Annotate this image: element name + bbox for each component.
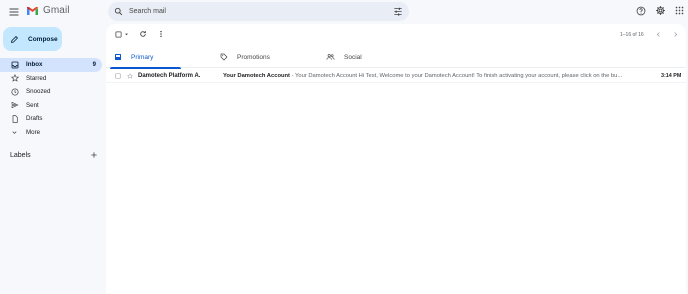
labels-section-header: Labels bbox=[10, 151, 98, 159]
inbox-icon bbox=[10, 61, 19, 69]
email-time: 3:14 PM bbox=[661, 73, 682, 79]
search-icon[interactable] bbox=[114, 7, 123, 16]
sidebar-item-more[interactable]: More bbox=[0, 126, 102, 140]
active-tab-indicator bbox=[110, 67, 181, 69]
top-right-actions bbox=[636, 5, 684, 16]
sidebar-item-inbox[interactable]: Inbox 9 bbox=[0, 58, 102, 72]
clock-icon bbox=[10, 88, 19, 96]
email-sender: Damotech Platform A. bbox=[138, 73, 201, 79]
tab-primary[interactable]: Primary bbox=[106, 46, 181, 69]
sidebar-item-label: Starred bbox=[26, 74, 47, 82]
tag-icon bbox=[220, 53, 228, 61]
draft-icon bbox=[10, 115, 19, 123]
top-bar: Gmail Search mail bbox=[0, 0, 688, 24]
apps-grid-icon[interactable] bbox=[675, 6, 684, 15]
category-tabs: Primary Promotions Social bbox=[106, 46, 686, 69]
sidebar-item-label: Sent bbox=[26, 101, 39, 109]
menu-icon[interactable] bbox=[8, 6, 20, 18]
plus-icon[interactable] bbox=[90, 151, 98, 159]
pagination-info: 1–16 of 16 bbox=[620, 32, 644, 38]
labels-title: Labels bbox=[10, 151, 31, 159]
sidebar-item-label: Inbox bbox=[26, 61, 43, 69]
tab-label: Promotions bbox=[237, 53, 270, 61]
compose-button[interactable]: Compose bbox=[3, 27, 62, 51]
mail-list-panel: 1–16 of 16 Primary Promotions Social Dam… bbox=[106, 24, 686, 294]
settings-icon[interactable] bbox=[655, 5, 666, 16]
people-icon bbox=[326, 53, 335, 61]
row-checkbox[interactable] bbox=[115, 73, 121, 79]
gmail-envelope-icon bbox=[26, 6, 39, 16]
sidebar-nav: Inbox 9 Starred Snoozed Sent Drafts More bbox=[0, 58, 102, 139]
unread-count: 9 bbox=[92, 61, 96, 68]
tab-label: Social bbox=[344, 53, 362, 61]
send-icon bbox=[10, 101, 19, 109]
checkbox-icon bbox=[115, 31, 122, 38]
pencil-icon bbox=[10, 35, 19, 44]
help-icon[interactable] bbox=[636, 6, 646, 16]
sidebar-item-snoozed[interactable]: Snoozed bbox=[0, 85, 102, 99]
chevron-down-icon bbox=[10, 129, 19, 136]
search-input[interactable]: Search mail bbox=[129, 8, 393, 15]
tab-social[interactable]: Social bbox=[318, 46, 362, 68]
sidebar-item-label: More bbox=[26, 128, 41, 136]
caret-down-icon[interactable] bbox=[124, 32, 129, 37]
sidebar-item-sent[interactable]: Sent bbox=[0, 99, 102, 113]
email-subject-snippet: Your Damotech Account - Your Damotech Ac… bbox=[223, 73, 637, 79]
sidebar-item-drafts[interactable]: Drafts bbox=[0, 112, 102, 126]
more-vert-icon[interactable] bbox=[157, 30, 165, 38]
star-icon bbox=[10, 74, 19, 82]
select-all-checkbox[interactable] bbox=[115, 31, 129, 38]
sidebar-item-starred[interactable]: Starred bbox=[0, 72, 102, 86]
gmail-logo[interactable]: Gmail bbox=[26, 5, 70, 16]
app-name: Gmail bbox=[43, 5, 70, 16]
chevron-left-icon[interactable] bbox=[655, 31, 662, 38]
star-icon[interactable] bbox=[127, 73, 133, 79]
sidebar-item-label: Snoozed bbox=[26, 88, 51, 96]
email-row[interactable]: Damotech Platform A. Your Damotech Accou… bbox=[106, 70, 686, 83]
search-bar[interactable]: Search mail bbox=[108, 2, 409, 21]
inbox-icon bbox=[114, 53, 122, 61]
mail-toolbar: 1–16 of 16 bbox=[106, 24, 686, 46]
tab-label: Primary bbox=[131, 53, 154, 61]
search-options-icon[interactable] bbox=[393, 7, 403, 16]
tab-promotions[interactable]: Promotions bbox=[212, 46, 270, 68]
email-subject: Your Damotech Account bbox=[223, 73, 290, 79]
chevron-right-icon[interactable] bbox=[672, 31, 679, 38]
email-snippet: - Your Damotech Account Hi Test, Welcome… bbox=[290, 73, 623, 79]
sidebar-item-label: Drafts bbox=[26, 115, 43, 123]
compose-label: Compose bbox=[28, 35, 58, 43]
refresh-icon[interactable] bbox=[139, 30, 147, 38]
